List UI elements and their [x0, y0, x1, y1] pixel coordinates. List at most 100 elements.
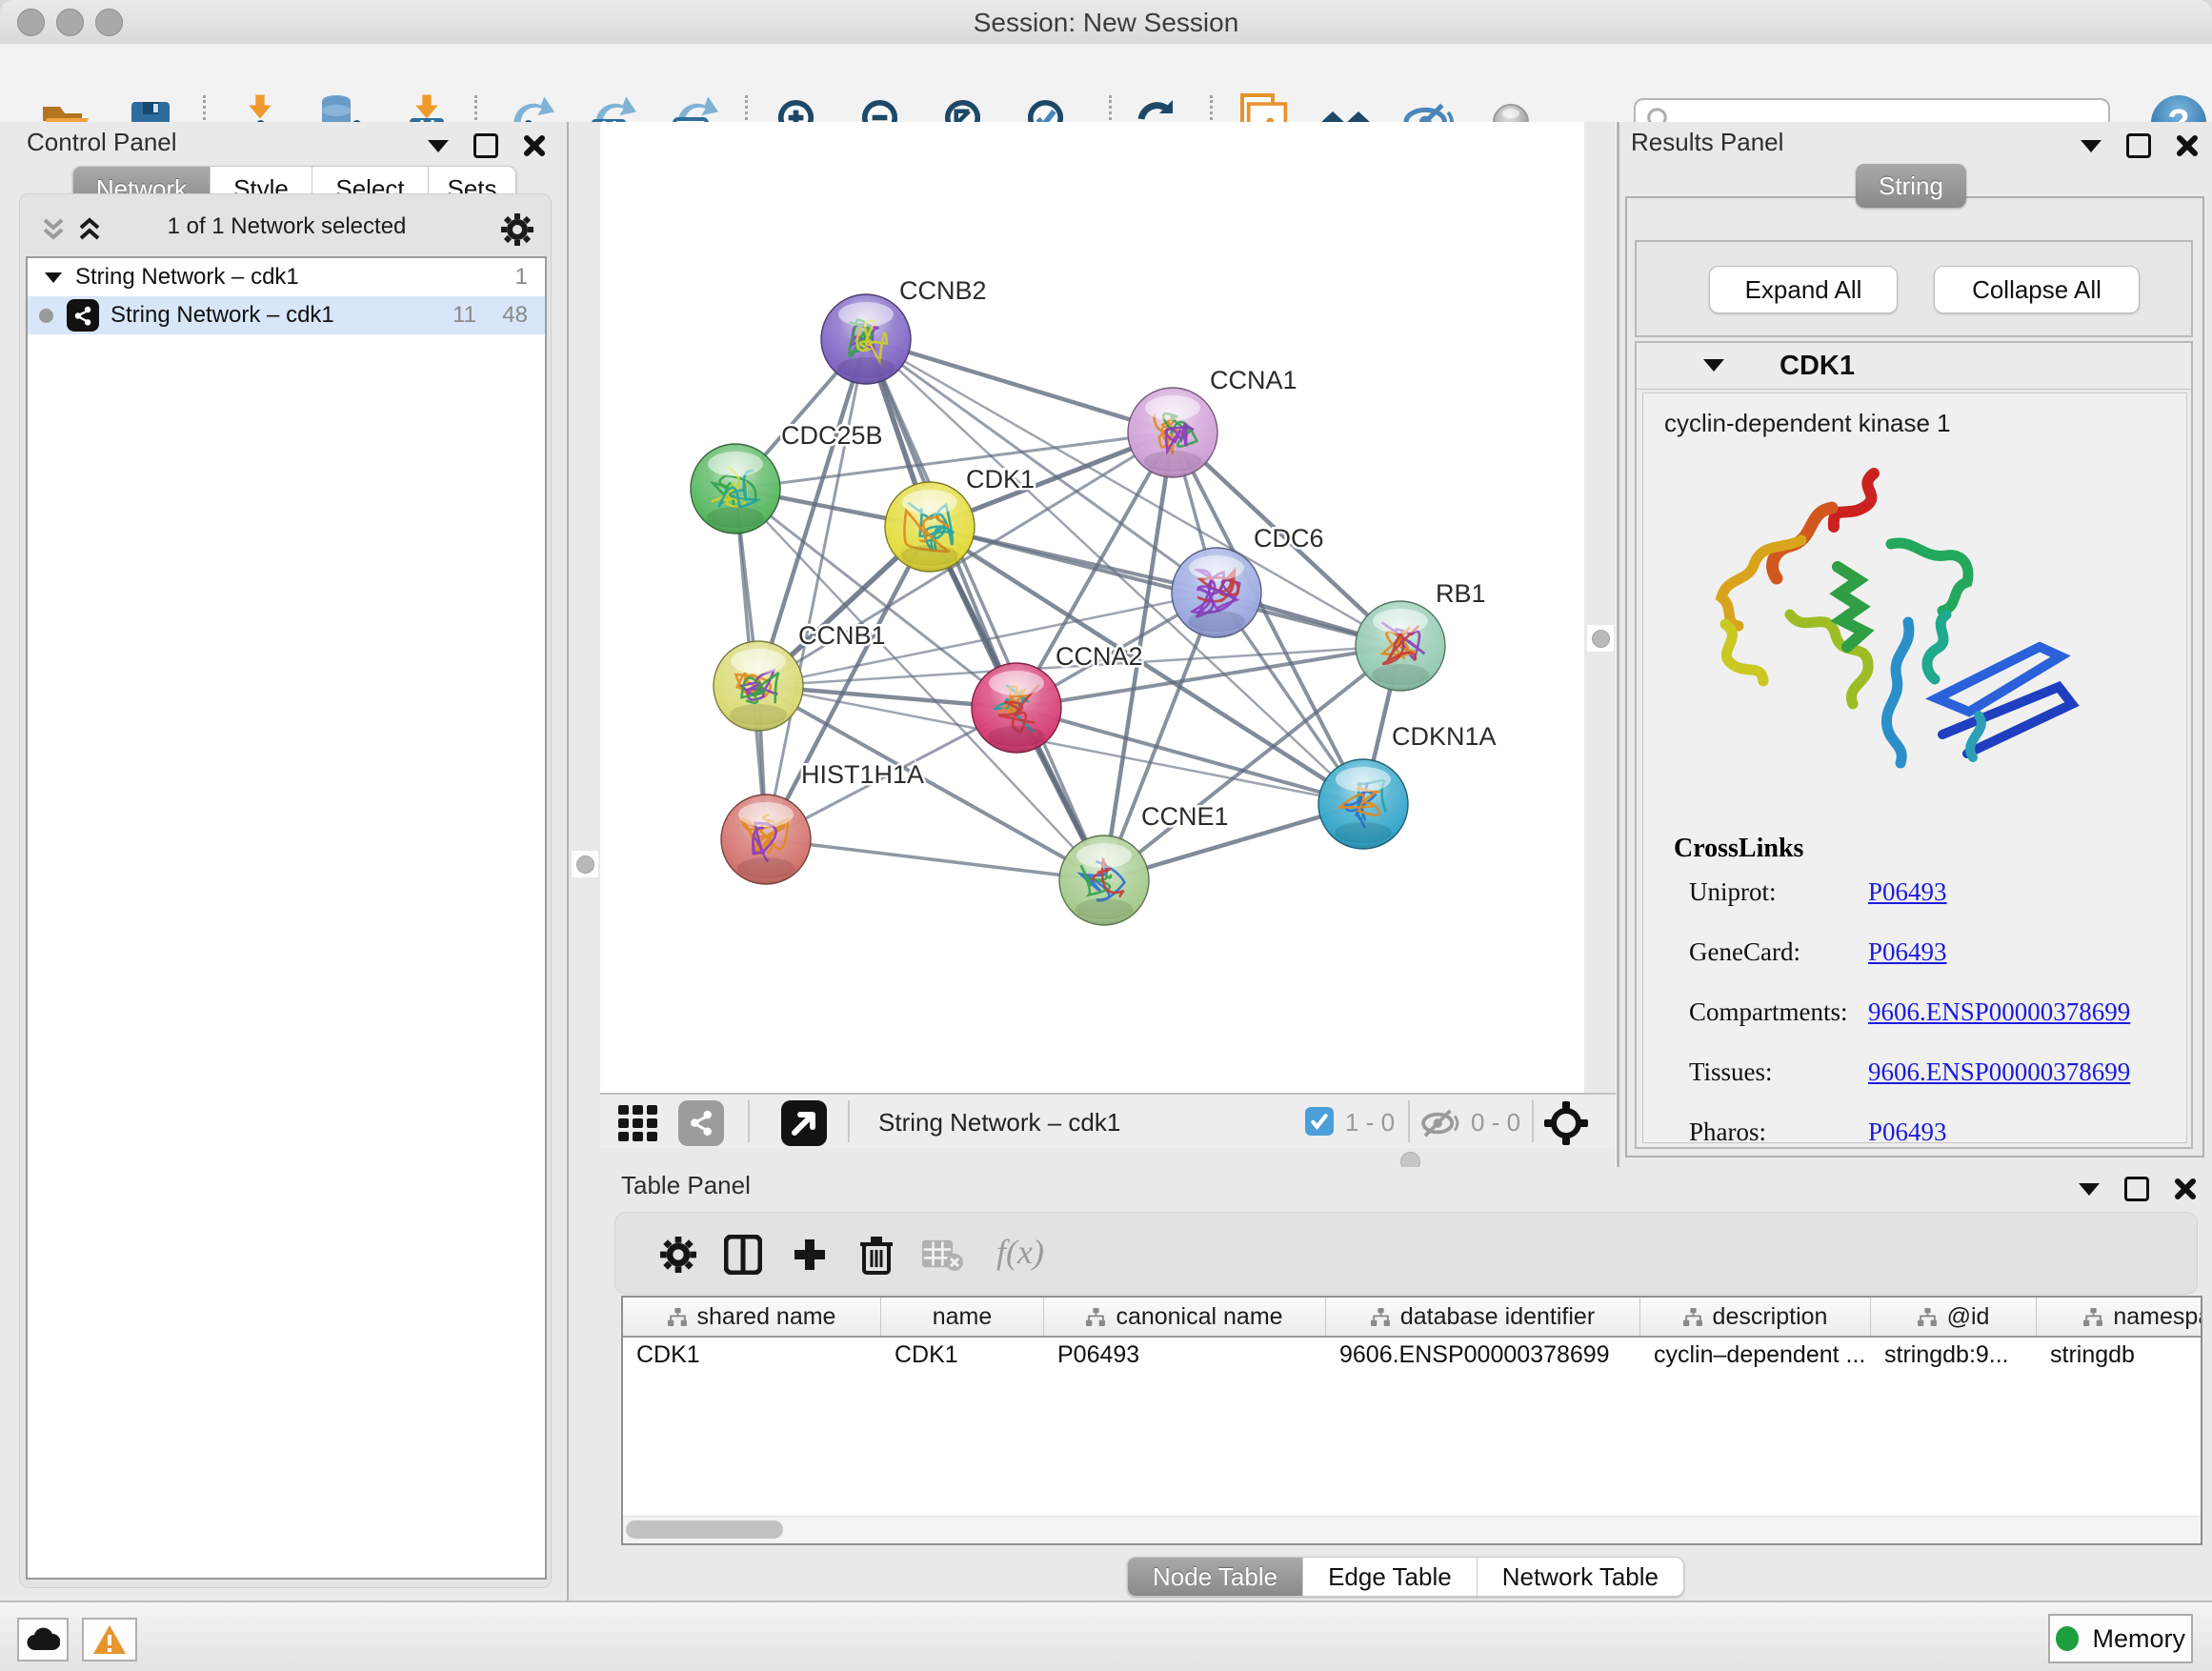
- table-cell[interactable]: stringdb: [2037, 1338, 2202, 1372]
- expand-collapse-box: Expand All Collapse All: [1635, 240, 2193, 337]
- crosslink-label: Pharos:: [1689, 1117, 1868, 1143]
- node-result-description: cyclin-dependent kinase 1: [1664, 409, 1951, 438]
- network-node-CCNA2[interactable]: [972, 663, 1061, 753]
- warnings-button[interactable]: [82, 1618, 137, 1661]
- crosslink-value-link[interactable]: P06493: [1868, 1117, 1947, 1143]
- results-panel-menu-button[interactable]: [2081, 140, 2101, 152]
- control-panel-float-button[interactable]: [473, 133, 498, 158]
- cytoscape-window: Session: New Session: [0, 0, 2212, 1671]
- tab-network-table[interactable]: Network Table: [1478, 1557, 1684, 1597]
- table-cell[interactable]: CDK1: [623, 1338, 881, 1372]
- shared-column-icon: [1086, 1308, 1106, 1326]
- network-node-CDC25B[interactable]: [691, 444, 780, 534]
- column-header-name[interactable]: name: [881, 1298, 1044, 1336]
- export-view-button[interactable]: [779, 1098, 829, 1148]
- network-node-CCNB2[interactable]: [821, 294, 911, 384]
- column-header-description[interactable]: description: [1640, 1298, 1871, 1336]
- network-edge[interactable]: [766, 839, 1104, 880]
- network-edge[interactable]: [930, 527, 1400, 646]
- control-panel-menu-button[interactable]: [428, 140, 449, 152]
- table-horizontal-scrollbar[interactable]: [623, 1516, 2201, 1543]
- network-row[interactable]: String Network – cdk1 11 48: [28, 296, 545, 334]
- delete-table-icon: [922, 1238, 964, 1272]
- network-view-toolbar: String Network – cdk1 1 - 0 0 - 0: [600, 1093, 1616, 1148]
- network-node-CDKN1A[interactable]: [1318, 759, 1408, 849]
- crosslink-value-link[interactable]: 9606.ENSP00000378699: [1868, 1057, 2130, 1087]
- column-header-namespace[interactable]: namespace: [2037, 1298, 2202, 1336]
- selected-checkbox[interactable]: [1305, 1107, 1334, 1136]
- table-cell[interactable]: stringdb:9...: [1871, 1338, 2037, 1372]
- tab-string[interactable]: String: [1856, 164, 1966, 208]
- collapse-all-networks-icon[interactable]: [39, 216, 68, 243]
- network-node-count: 11: [452, 302, 476, 329]
- column-header--id[interactable]: @id: [1871, 1298, 2037, 1336]
- crosslink-label: Tissues:: [1689, 1057, 1868, 1087]
- left-splitter-handle[interactable]: [572, 851, 598, 877]
- network-node-CDC6[interactable]: [1172, 548, 1261, 637]
- crosslink-value-link[interactable]: P06493: [1868, 937, 1947, 967]
- crosslink-row: GeneCard:P06493: [1689, 937, 2184, 967]
- control-panel-close-icon[interactable]: [523, 134, 546, 157]
- table-cell[interactable]: CDK1: [881, 1338, 1044, 1372]
- network-node-RB1[interactable]: [1356, 601, 1445, 691]
- column-header-database-identifier[interactable]: database identifier: [1326, 1298, 1640, 1336]
- node-result-header[interactable]: CDK1: [1637, 343, 2191, 390]
- memory-button[interactable]: Memory: [2048, 1614, 2193, 1663]
- table-panel-float-button[interactable]: [2124, 1177, 2149, 1201]
- collection-expander-icon[interactable]: [45, 272, 62, 283]
- network-canvas[interactable]: CCNB2CCNA1CDC25BCDK1CDC6RB1CCNB1CCNA2CDK…: [600, 122, 1584, 1093]
- network-edge[interactable]: [866, 339, 1173, 433]
- results-panel-float-button[interactable]: [2126, 133, 2151, 158]
- network-node-HIST1H1A[interactable]: [721, 795, 811, 884]
- tab-edge-table[interactable]: Edge Table: [1303, 1557, 1478, 1597]
- show-columns-button[interactable]: [718, 1230, 768, 1279]
- network-node-CDK1[interactable]: [885, 482, 975, 572]
- network-node-CCNB1[interactable]: [714, 641, 803, 731]
- tab-node-table[interactable]: Node Table: [1127, 1557, 1303, 1597]
- collection-label: String Network – cdk1: [75, 264, 299, 291]
- selected-counts: 1 - 0: [1345, 1108, 1395, 1137]
- table-cell[interactable]: P06493: [1044, 1338, 1326, 1372]
- network-edge[interactable]: [866, 339, 1104, 880]
- table-options-button[interactable]: [654, 1230, 703, 1279]
- right-splitter-handle[interactable]: [1587, 625, 1614, 652]
- table-panel-close-icon[interactable]: [2174, 1178, 2197, 1200]
- table-row[interactable]: CDK1CDK1P064939606.ENSP00000378699cyclin…: [623, 1338, 2202, 1372]
- network-options-gear-icon[interactable]: [501, 213, 533, 246]
- network-node-CCNE1[interactable]: [1059, 836, 1149, 925]
- node-label: CCNB1: [798, 621, 886, 650]
- network-share-view-button[interactable]: [676, 1098, 726, 1148]
- scrollbar-thumb[interactable]: [626, 1520, 783, 1539]
- network-selection-status: 1 of 1 Network selected: [106, 213, 468, 240]
- table-panel-menu-button[interactable]: [2079, 1183, 2100, 1196]
- crosslink-value-link[interactable]: 9606.ENSP00000378699: [1868, 997, 2130, 1027]
- delete-table-button[interactable]: [918, 1230, 968, 1279]
- expand-all-networks-icon[interactable]: [75, 216, 104, 243]
- delete-column-button[interactable]: [852, 1230, 901, 1279]
- titlebar: Session: New Session: [0, 0, 2212, 45]
- results-panel-close-icon[interactable]: [2176, 134, 2199, 157]
- network-node-CCNA1[interactable]: [1128, 388, 1217, 477]
- grid-view-button[interactable]: [613, 1098, 663, 1148]
- expand-all-button[interactable]: Expand All: [1709, 266, 1898, 313]
- column-header-shared-name[interactable]: shared name: [623, 1298, 881, 1336]
- right-splitter-gutter: [1584, 122, 1616, 1093]
- table-cell[interactable]: 9606.ENSP00000378699: [1326, 1338, 1640, 1372]
- cloud-status-button[interactable]: [17, 1618, 69, 1661]
- main-toolbar: ?: [0, 44, 2212, 124]
- function-builder-button[interactable]: f(x): [996, 1232, 1044, 1272]
- create-column-button[interactable]: [785, 1230, 835, 1279]
- network-graph[interactable]: CCNB2CCNA1CDC25BCDK1CDC6RB1CCNB1CCNA2CDK…: [600, 122, 1584, 1093]
- crosslinks-section: CrossLinks Uniprot:P06493GeneCard:P06493…: [1674, 834, 1803, 864]
- shared-column-icon: [1371, 1308, 1391, 1326]
- column-header-label: @id: [1947, 1303, 1990, 1331]
- table-cell[interactable]: cyclin–dependent ...: [1640, 1338, 1871, 1372]
- node-result-expander-icon[interactable]: [1703, 359, 1724, 372]
- network-collection-row[interactable]: String Network – cdk1 1: [28, 258, 545, 296]
- trash-icon: [858, 1235, 895, 1275]
- column-header-canonical-name[interactable]: canonical name: [1044, 1298, 1326, 1336]
- collapse-all-button[interactable]: Collapse All: [1934, 266, 2140, 313]
- warning-icon: [92, 1624, 127, 1655]
- birdseye-toggle-button[interactable]: [1541, 1098, 1591, 1148]
- crosslink-value-link[interactable]: P06493: [1868, 877, 1947, 907]
